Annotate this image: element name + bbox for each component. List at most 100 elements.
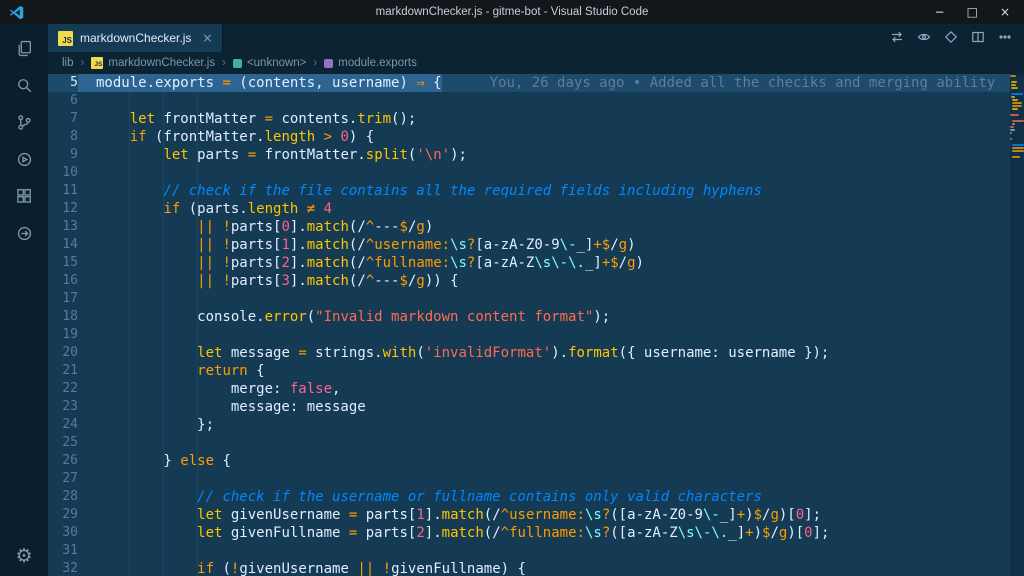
line-number: 13 xyxy=(62,219,78,234)
close-button[interactable]: × xyxy=(1000,0,1010,24)
window-controls: − □ × xyxy=(935,0,1024,24)
breadcrumb-label: lib xyxy=(62,57,74,69)
line-number: 30 xyxy=(62,525,78,540)
line-number: 12 xyxy=(62,201,78,216)
code-line[interactable]: 31 xyxy=(48,542,1010,560)
compare-icon[interactable] xyxy=(944,29,958,48)
code-line[interactable]: 12 if (parts.length ≠ 4 xyxy=(48,200,1010,218)
code-text: let givenUsername = parts[1].match(/^use… xyxy=(197,507,822,523)
breadcrumb-label: module.exports xyxy=(338,57,417,69)
line-number: 22 xyxy=(62,381,78,396)
code-line[interactable]: 32 if (!givenUsername || !givenFullname)… xyxy=(48,560,1010,576)
line-number: 6 xyxy=(70,93,78,108)
line-number: 31 xyxy=(62,543,78,558)
explorer-icon xyxy=(18,40,31,57)
code-line[interactable]: 20 let message = strings.with('invalidFo… xyxy=(48,344,1010,362)
activity-source-control[interactable] xyxy=(0,104,48,141)
search-icon xyxy=(17,79,31,93)
breadcrumb-separator: › xyxy=(222,57,226,69)
main-area: ⚙ JS markdownChecker.js × lib › JS markdown… xyxy=(0,24,1024,576)
code-line[interactable]: 26 } else { xyxy=(48,452,1010,470)
activity-remote[interactable] xyxy=(0,215,48,252)
source-control-icon xyxy=(17,115,31,130)
code-line[interactable]: 7 let frontMatter = contents.trim(); xyxy=(48,110,1010,128)
code-line[interactable]: 14 || !parts[1].match(/^username:\s?[a-z… xyxy=(48,236,1010,254)
symbol-module-icon xyxy=(324,58,334,68)
vscode-window: markdownChecker.js - gitme-bot - Visual … xyxy=(0,0,1024,576)
code-line[interactable]: 11 // check if the file contains all the… xyxy=(48,182,1010,200)
line-number: 16 xyxy=(62,273,78,288)
code-line[interactable]: 10 xyxy=(48,164,1010,182)
code-line[interactable]: 21 return { xyxy=(48,362,1010,380)
code-line[interactable]: 28 // check if the username or fullname … xyxy=(48,488,1010,506)
line-number: 21 xyxy=(62,363,78,378)
code-line[interactable]: 29 let givenUsername = parts[1].match(/^… xyxy=(48,506,1010,524)
code-line[interactable]: 16 || !parts[3].match(/^---$/g)) { xyxy=(48,272,1010,290)
tab-bar: JS markdownChecker.js × xyxy=(48,24,1024,52)
code-line[interactable]: 18 console.error("Invalid markdown conte… xyxy=(48,308,1010,326)
tab-close-icon[interactable]: × xyxy=(202,31,212,45)
code-line[interactable]: 30 let givenFullname = parts[2].match(/^… xyxy=(48,524,1010,542)
editor-group: JS markdownChecker.js × lib › JS markdownCh… xyxy=(48,24,1024,576)
breadcrumb-item-moduleexports[interactable]: module.exports xyxy=(324,57,417,69)
code-line[interactable]: 15 || !parts[2].match(/^fullname:\s?[a-z… xyxy=(48,254,1010,272)
toggle-blame-eye-icon[interactable] xyxy=(917,29,931,48)
editor-actions xyxy=(890,24,1024,52)
breadcrumb-separator: › xyxy=(313,57,318,69)
js-file-icon: JS xyxy=(91,57,104,69)
run-debug-icon xyxy=(17,152,31,167)
breadcrumb-label: markdownChecker.js xyxy=(108,57,216,69)
code-line[interactable]: 17 xyxy=(48,290,1010,308)
code-line[interactable]: 22 merge: false, xyxy=(48,380,1010,398)
minimize-button[interactable]: − xyxy=(935,0,945,24)
line-number: 10 xyxy=(62,165,78,180)
code-line[interactable]: 23 message: message xyxy=(48,398,1010,416)
breadcrumb-item-markdowncheckerjs[interactable]: JS markdownChecker.js xyxy=(91,57,215,69)
line-number: 8 xyxy=(70,129,78,144)
code-line[interactable]: 27 xyxy=(48,470,1010,488)
breadcrumb-separator: › xyxy=(80,57,85,69)
symbol-unknown-icon xyxy=(232,58,242,68)
window-title: markdownChecker.js - gitme-bot - Visual … xyxy=(375,6,649,18)
code-text: // check if the file contains all the re… xyxy=(163,183,762,199)
code-text: } else { xyxy=(96,453,231,469)
code-line[interactable]: 19 xyxy=(48,326,1010,344)
breadcrumb-item-unknown[interactable]: <unknown> xyxy=(232,57,306,69)
line-number: 11 xyxy=(62,183,78,198)
code-text: let parts = frontMatter.split('\n'); xyxy=(163,147,467,163)
line-number: 28 xyxy=(62,489,78,504)
minimap[interactable] xyxy=(1010,74,1024,576)
activity-extensions[interactable] xyxy=(0,178,48,215)
git-blame-annotation: You, 26 days ago • Added all the checiks… xyxy=(489,75,996,91)
line-number: 19 xyxy=(62,327,78,342)
breadcrumb-item-lib[interactable]: lib xyxy=(62,57,74,69)
code-text: || !parts[1].match(/^username:\s?[a-zA-Z… xyxy=(197,237,636,253)
line-number: 7 xyxy=(70,111,78,126)
activity-run-debug[interactable] xyxy=(0,141,48,178)
code-text: merge: false, xyxy=(96,381,341,397)
line-number: 5 xyxy=(70,75,78,90)
more-actions-icon[interactable] xyxy=(998,29,1012,48)
maximize-button[interactable]: □ xyxy=(967,0,978,24)
code-line[interactable]: 5 module.exports = (contents, username) ⇒… xyxy=(48,74,1010,92)
line-number: 17 xyxy=(62,291,78,306)
split-editor-icon[interactable] xyxy=(971,29,985,48)
code-text: if (!givenUsername || !givenFullname) { xyxy=(197,561,526,576)
code-line[interactable]: 24 }; xyxy=(48,416,1010,434)
editor[interactable]: 5 module.exports = (contents, username) ⇒… xyxy=(48,74,1024,576)
tab-markdownchecker[interactable]: JS markdownChecker.js × xyxy=(48,24,224,52)
code-line[interactable]: 25 xyxy=(48,434,1010,452)
code-text: return { xyxy=(197,363,265,379)
code-line[interactable]: 13 || !parts[0].match(/^---$/g) xyxy=(48,218,1010,236)
settings-gear-icon[interactable]: ⚙ xyxy=(15,536,32,576)
code-line[interactable]: 8 if (frontMatter.length > 0) { xyxy=(48,128,1010,146)
activity-explorer[interactable] xyxy=(0,30,48,67)
code-text: let frontMatter = contents.trim(); xyxy=(129,111,417,127)
open-changes-icon[interactable] xyxy=(890,29,904,48)
code-text: || !parts[3].match(/^---$/g)) { xyxy=(197,273,459,289)
code-line[interactable]: 9 let parts = frontMatter.split('\n'); xyxy=(48,146,1010,164)
code-line[interactable]: 6 xyxy=(48,92,1010,110)
activity-search[interactable] xyxy=(0,67,48,104)
